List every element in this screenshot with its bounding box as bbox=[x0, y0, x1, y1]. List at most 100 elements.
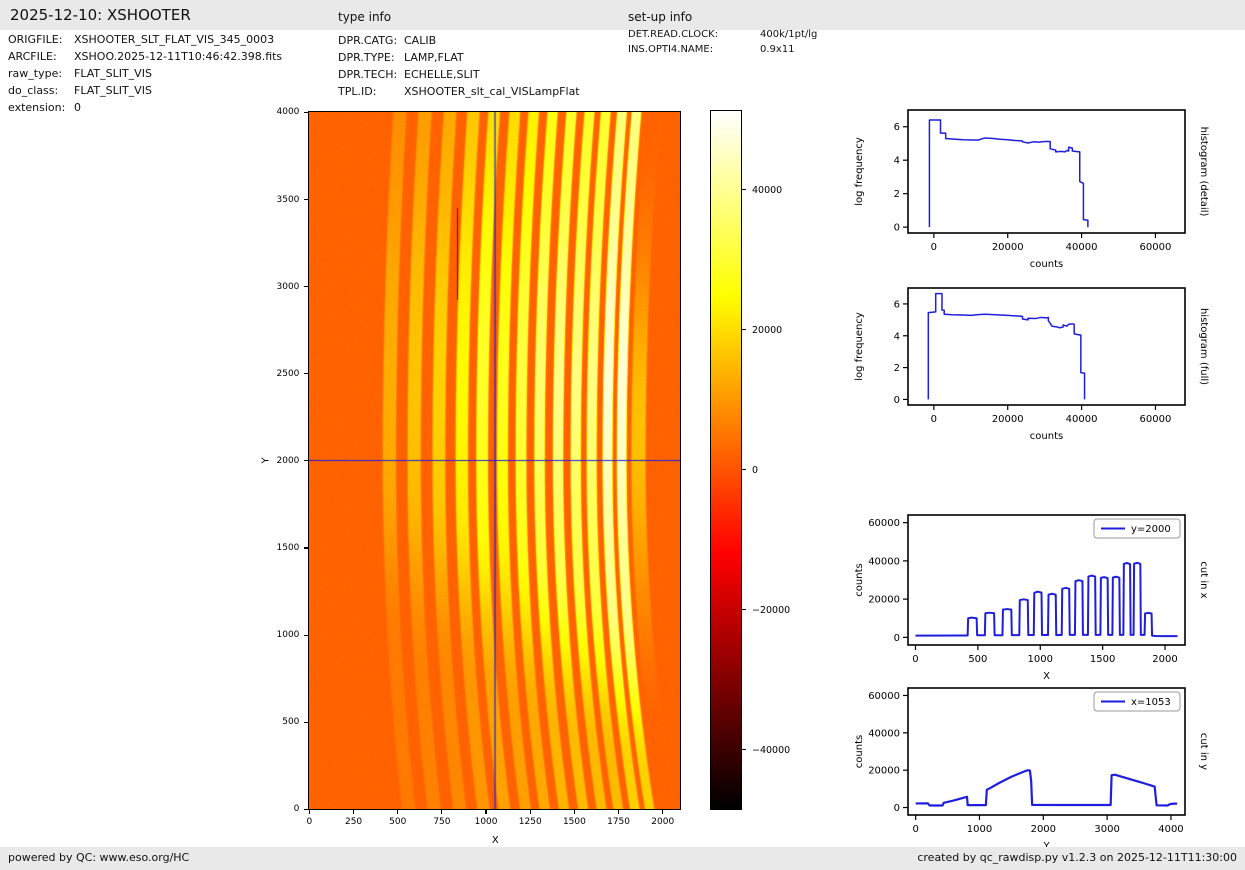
x-tick-label: 250 bbox=[344, 817, 363, 828]
y-tick-label: 20000 bbox=[868, 595, 900, 606]
colorbar-tick-label: 0 bbox=[752, 464, 759, 476]
x-tick-label: 40000 bbox=[1066, 242, 1098, 253]
y-tick-label: 0 bbox=[894, 803, 900, 814]
y-tick-label: 40000 bbox=[868, 728, 900, 739]
colorbar-tick-label: 20000 bbox=[752, 324, 783, 336]
right-panel-label: histogram (detail) bbox=[1198, 127, 1209, 217]
y-tick-label: 4 bbox=[894, 331, 900, 342]
x-tick-label: 2000 bbox=[1031, 824, 1056, 835]
yaxis-label: counts bbox=[854, 735, 865, 768]
setup-info-heading: set-up info bbox=[628, 10, 693, 24]
x-tick-label: 0 bbox=[931, 414, 937, 425]
y-tick bbox=[304, 460, 310, 462]
type-info-value: ECHELLE,SLIT bbox=[404, 68, 480, 81]
x-tick-label: 60000 bbox=[1140, 414, 1172, 425]
y-tick-label: 20000 bbox=[868, 766, 900, 777]
x-tick-label: 0 bbox=[912, 824, 918, 835]
echelle-flat-heatmap bbox=[309, 112, 681, 810]
setup-info-block: DET.READ.CLOCK: 400k/1pt/lg INS.OPTI4.NAME… bbox=[628, 27, 817, 57]
x-tick-label: 1000 bbox=[474, 817, 498, 828]
series-line bbox=[915, 769, 1178, 807]
metadata-label: ARCFILE: bbox=[8, 50, 57, 63]
x-tick-label: 750 bbox=[433, 817, 451, 828]
metadata-label: do_class: bbox=[8, 84, 59, 97]
histogram-full-chart: 0 20000 40000 60000 0 2 4 6 counts log frequency h… bbox=[854, 287, 1209, 442]
type-info-row: DPR.CATG: CALIB bbox=[338, 32, 580, 49]
metadata-row: raw_type: FLAT_SLIT_VIS bbox=[8, 65, 282, 82]
y-tick-label: 2000 bbox=[276, 455, 300, 466]
y-tick-label: 2 bbox=[894, 363, 900, 374]
type-info-row: DPR.TECH: ECHELLE,SLIT bbox=[338, 66, 580, 83]
y-tick bbox=[304, 808, 310, 810]
x-tick-label: 1000 bbox=[1028, 654, 1053, 665]
right-panel-label: cut in y bbox=[1198, 733, 1209, 770]
type-info-row: DPR.TYPE: LAMP,FLAT bbox=[338, 49, 580, 66]
colorbar-tick-label: −20000 bbox=[752, 604, 791, 616]
right-panel-label: cut in x bbox=[1198, 561, 1209, 598]
y-tick-label: 3500 bbox=[276, 194, 300, 205]
x-tick-label: 40000 bbox=[1066, 414, 1098, 425]
y-tick-label: 2500 bbox=[276, 368, 300, 379]
cut-in-y-chart: 010002000300040000200004000060000Ycounts… bbox=[854, 687, 1209, 852]
footer-left-text: powered by QC: www.eso.org/HC bbox=[8, 851, 190, 864]
metadata-value: XSHOOTER_SLT_FLAT_VIS_345_0003 bbox=[74, 33, 275, 46]
x-tick bbox=[441, 809, 443, 815]
metadata-label: extension: bbox=[8, 101, 66, 114]
metadata-row: extension: 0 bbox=[8, 99, 282, 116]
type-info-block: DPR.CATG: CALIB DPR.TYPE: LAMP,FLAT DPR.TECH… bbox=[338, 32, 580, 100]
x-tick-label: 1250 bbox=[518, 817, 542, 828]
x-tick bbox=[573, 809, 575, 815]
x-tick-label: 4000 bbox=[1158, 824, 1183, 835]
y-tick-label: 0 bbox=[894, 633, 900, 644]
y-tick-label: 60000 bbox=[868, 518, 900, 529]
x-tick-label: 0 bbox=[306, 817, 313, 828]
x-tick-label: 500 bbox=[968, 654, 987, 665]
metadata-label: ORIGFILE: bbox=[8, 33, 63, 46]
type-info-row: TPL.ID: XSHOOTER_slt_cal_VISLampFlat bbox=[338, 83, 580, 100]
yaxis-label: log frequency bbox=[854, 137, 865, 206]
setup-info-value: 400k/1pt/lg bbox=[760, 29, 818, 40]
metadata-row: ARCFILE: XSHOO.2025-12-11T10:46:42.398.fi… bbox=[8, 48, 282, 65]
y-tick-label: 6 bbox=[894, 299, 900, 310]
metadata-value: XSHOO.2025-12-11T10:46:42.398.fits bbox=[74, 50, 283, 63]
xaxis-label: counts bbox=[1030, 431, 1063, 442]
series-line bbox=[927, 292, 1086, 400]
colorbar-tick bbox=[741, 329, 746, 331]
series-line bbox=[915, 561, 1178, 638]
x-tick bbox=[617, 809, 620, 815]
yaxis-label: log frequency bbox=[854, 312, 865, 381]
footer-right-text: created by qc_rawdisp.py v1.2.3 on 2025-… bbox=[917, 851, 1237, 864]
x-tick-label: 0 bbox=[931, 242, 937, 253]
axes-frame bbox=[907, 109, 1186, 234]
y-tick bbox=[304, 111, 310, 113]
x-tick bbox=[308, 809, 310, 815]
raw-image-plot: 0 250 500 750 1000 1250 1500 1750 2000 0 500 1000 15… bbox=[261, 107, 682, 846]
type-info-heading: type info bbox=[338, 10, 392, 24]
metadata-value: 0 bbox=[74, 101, 81, 114]
y-tick bbox=[304, 373, 310, 375]
y-tick-label: 6 bbox=[894, 122, 900, 133]
y-tick-label: 4000 bbox=[276, 107, 300, 118]
y-tick-label: 4 bbox=[894, 156, 900, 167]
right-panel-label: histogram (full) bbox=[1198, 308, 1209, 385]
main-xaxis-label: X bbox=[491, 835, 499, 847]
y-tick-label: 60000 bbox=[868, 691, 900, 702]
colorbar bbox=[710, 110, 742, 810]
main-yaxis-label: Y bbox=[260, 457, 272, 464]
x-tick bbox=[529, 809, 531, 815]
y-tick-label: 3000 bbox=[276, 281, 300, 292]
x-tick-label: 2000 bbox=[1152, 654, 1177, 665]
y-tick bbox=[304, 198, 310, 201]
x-tick-label: 3000 bbox=[1094, 824, 1119, 835]
type-info-label: DPR.CATG: bbox=[338, 34, 398, 47]
x-tick-label: 1000 bbox=[967, 824, 992, 835]
yaxis-label: counts bbox=[854, 563, 865, 596]
x-tick-label: 0 bbox=[912, 654, 918, 665]
colorbar-tick-label: 40000 bbox=[752, 184, 783, 196]
metadata-label: raw_type: bbox=[8, 67, 63, 80]
y-tick-label: 0 bbox=[293, 804, 300, 815]
legend-label: x=1053 bbox=[1131, 697, 1171, 708]
setup-info-value: 0.9x11 bbox=[760, 44, 795, 55]
setup-info-row: INS.OPTI4.NAME: 0.9x11 bbox=[628, 42, 817, 57]
x-tick-label: 500 bbox=[389, 817, 407, 828]
